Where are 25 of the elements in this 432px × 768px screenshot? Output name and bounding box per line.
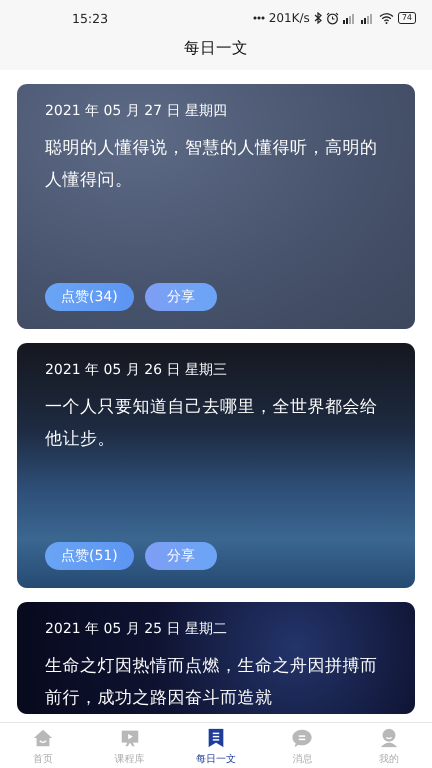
network-speed: 201K/s xyxy=(268,11,310,25)
quote-text: 一个人只要知道自己去哪里，全世界都会给他让步。 xyxy=(45,396,378,451)
quote-date: 2021 年 05 月 25 日 星期二 xyxy=(45,620,228,638)
like-button[interactable]: 点赞(34) xyxy=(45,283,134,311)
alarm-clock-icon xyxy=(326,12,339,24)
tab-bar-item[interactable]: 课程库 xyxy=(86,723,173,768)
tab-bar-item[interactable]: 首页 xyxy=(0,723,86,768)
share-button[interactable]: 分享 xyxy=(144,283,217,311)
quote-date: 2021 年 05 月 27 日 星期四 xyxy=(45,102,228,120)
signal-icon xyxy=(342,12,357,24)
quote-date: 2021 年 05 月 26 日 星期三 xyxy=(45,361,228,379)
wifi-icon xyxy=(378,12,394,24)
battery-level: 74 xyxy=(398,12,416,24)
signal-icon xyxy=(360,12,375,24)
bluetooth-icon xyxy=(314,12,322,24)
notification-dots-icon xyxy=(252,16,265,20)
tab-bar-item[interactable]: 消息 xyxy=(259,723,346,768)
quote-text: 生命之灯因热情而点燃，生命之舟因拼搏而前行，成功之路因奋斗而造就 xyxy=(45,655,378,710)
like-button[interactable]: 点赞(51) xyxy=(45,542,134,570)
share-button[interactable]: 分享 xyxy=(144,542,217,570)
status-time: 15:23 xyxy=(72,10,108,26)
page-title: 每日一文 xyxy=(183,38,249,59)
tab-bar-item[interactable]: 每日一文 xyxy=(172,723,260,768)
quote-text: 聪明的人懂得说，智慧的人懂得听，高明的人懂得问。 xyxy=(45,137,378,192)
tab-bar-item[interactable]: 我的 xyxy=(346,723,432,768)
